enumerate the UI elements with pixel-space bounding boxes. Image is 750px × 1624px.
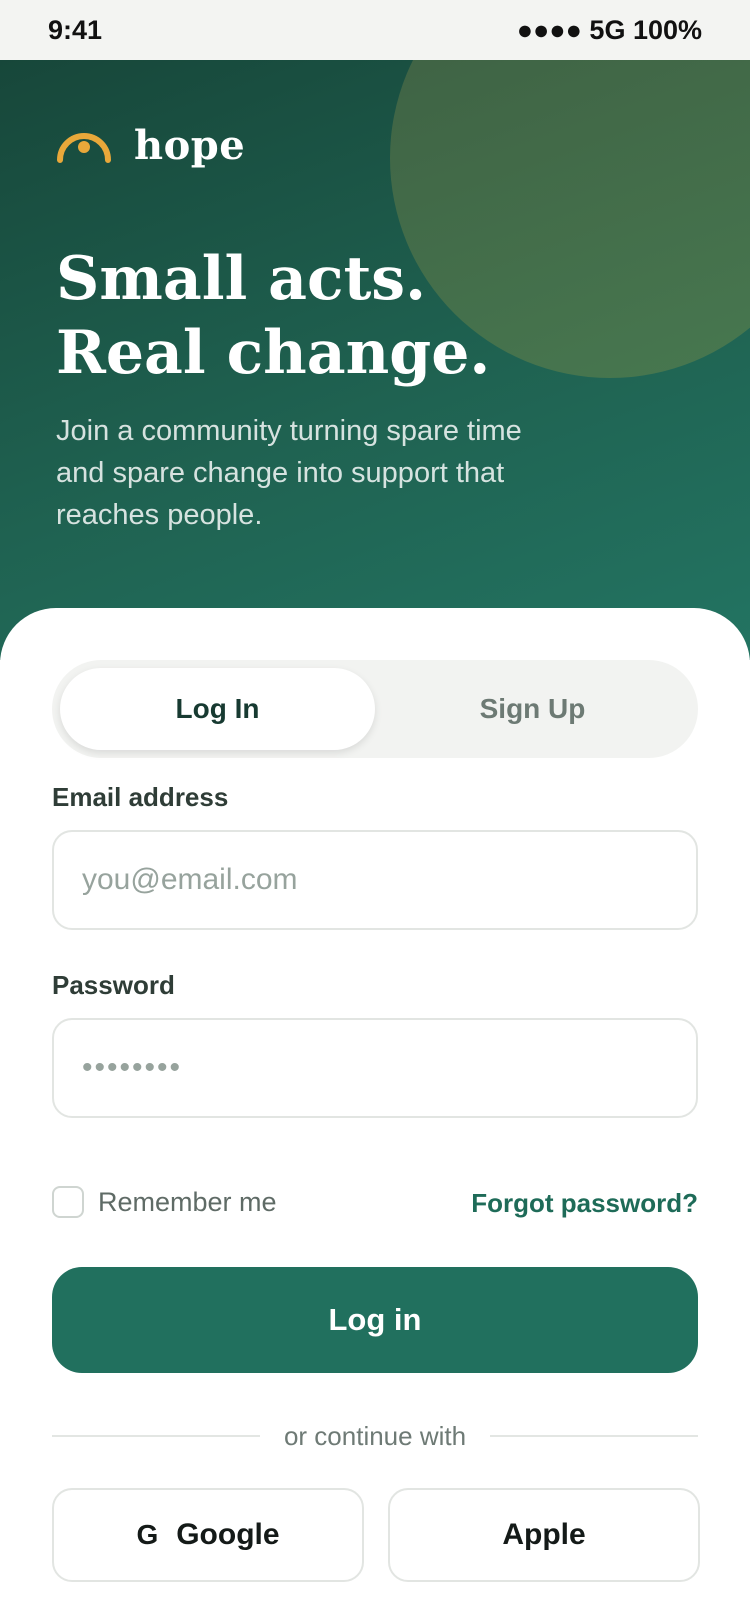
auth-card: Log In Sign Up Email address Password Re… bbox=[0, 608, 750, 1624]
social-divider: or continue with bbox=[52, 1416, 699, 1456]
google-icon: G bbox=[136, 1519, 159, 1550]
status-bar: 9:41 ●●●● 5G 100% bbox=[0, 0, 750, 60]
hero-banner: hope Small acts. Real change. Join a com… bbox=[0, 60, 750, 660]
hero-headline: Small acts. Real change. bbox=[56, 242, 490, 390]
divider-text: or continue with bbox=[283, 1420, 467, 1451]
forgot-password-link[interactable]: Forgot password? bbox=[471, 1188, 698, 1219]
headline-line-2: Real change. bbox=[56, 318, 491, 388]
log-in-button[interactable]: Log in bbox=[52, 1267, 698, 1373]
remember-me-label[interactable]: Remember me bbox=[98, 1187, 277, 1218]
headline-line-1: Small acts. bbox=[56, 244, 426, 314]
brand: hope bbox=[56, 122, 245, 169]
google-button[interactable]: G Google bbox=[52, 1488, 364, 1582]
brand-name: hope bbox=[134, 122, 246, 169]
tab-log-in[interactable]: Log In bbox=[60, 668, 375, 750]
divider-line-left bbox=[52, 1435, 260, 1437]
auth-tab-switcher: Log In Sign Up bbox=[52, 660, 698, 758]
password-label: Password bbox=[52, 970, 175, 1000]
rising-sun-icon bbox=[56, 128, 112, 164]
password-field[interactable] bbox=[52, 1018, 698, 1118]
google-label: Google bbox=[176, 1518, 280, 1551]
status-time: 9:41 bbox=[48, 14, 103, 45]
divider-line-right bbox=[490, 1435, 699, 1437]
apple-button[interactable]: Apple bbox=[388, 1488, 700, 1582]
apple-label: Apple bbox=[502, 1518, 586, 1551]
status-indicators: ●●●● 5G 100% bbox=[516, 14, 702, 45]
email-field[interactable] bbox=[52, 830, 698, 930]
hero-subcopy: Join a community turning spare time and … bbox=[56, 415, 522, 531]
remember-me-checkbox[interactable] bbox=[52, 1186, 84, 1218]
email-label: Email address bbox=[52, 782, 229, 812]
tab-sign-up[interactable]: Sign Up bbox=[375, 668, 690, 750]
remember-me: Remember me bbox=[52, 1186, 277, 1218]
